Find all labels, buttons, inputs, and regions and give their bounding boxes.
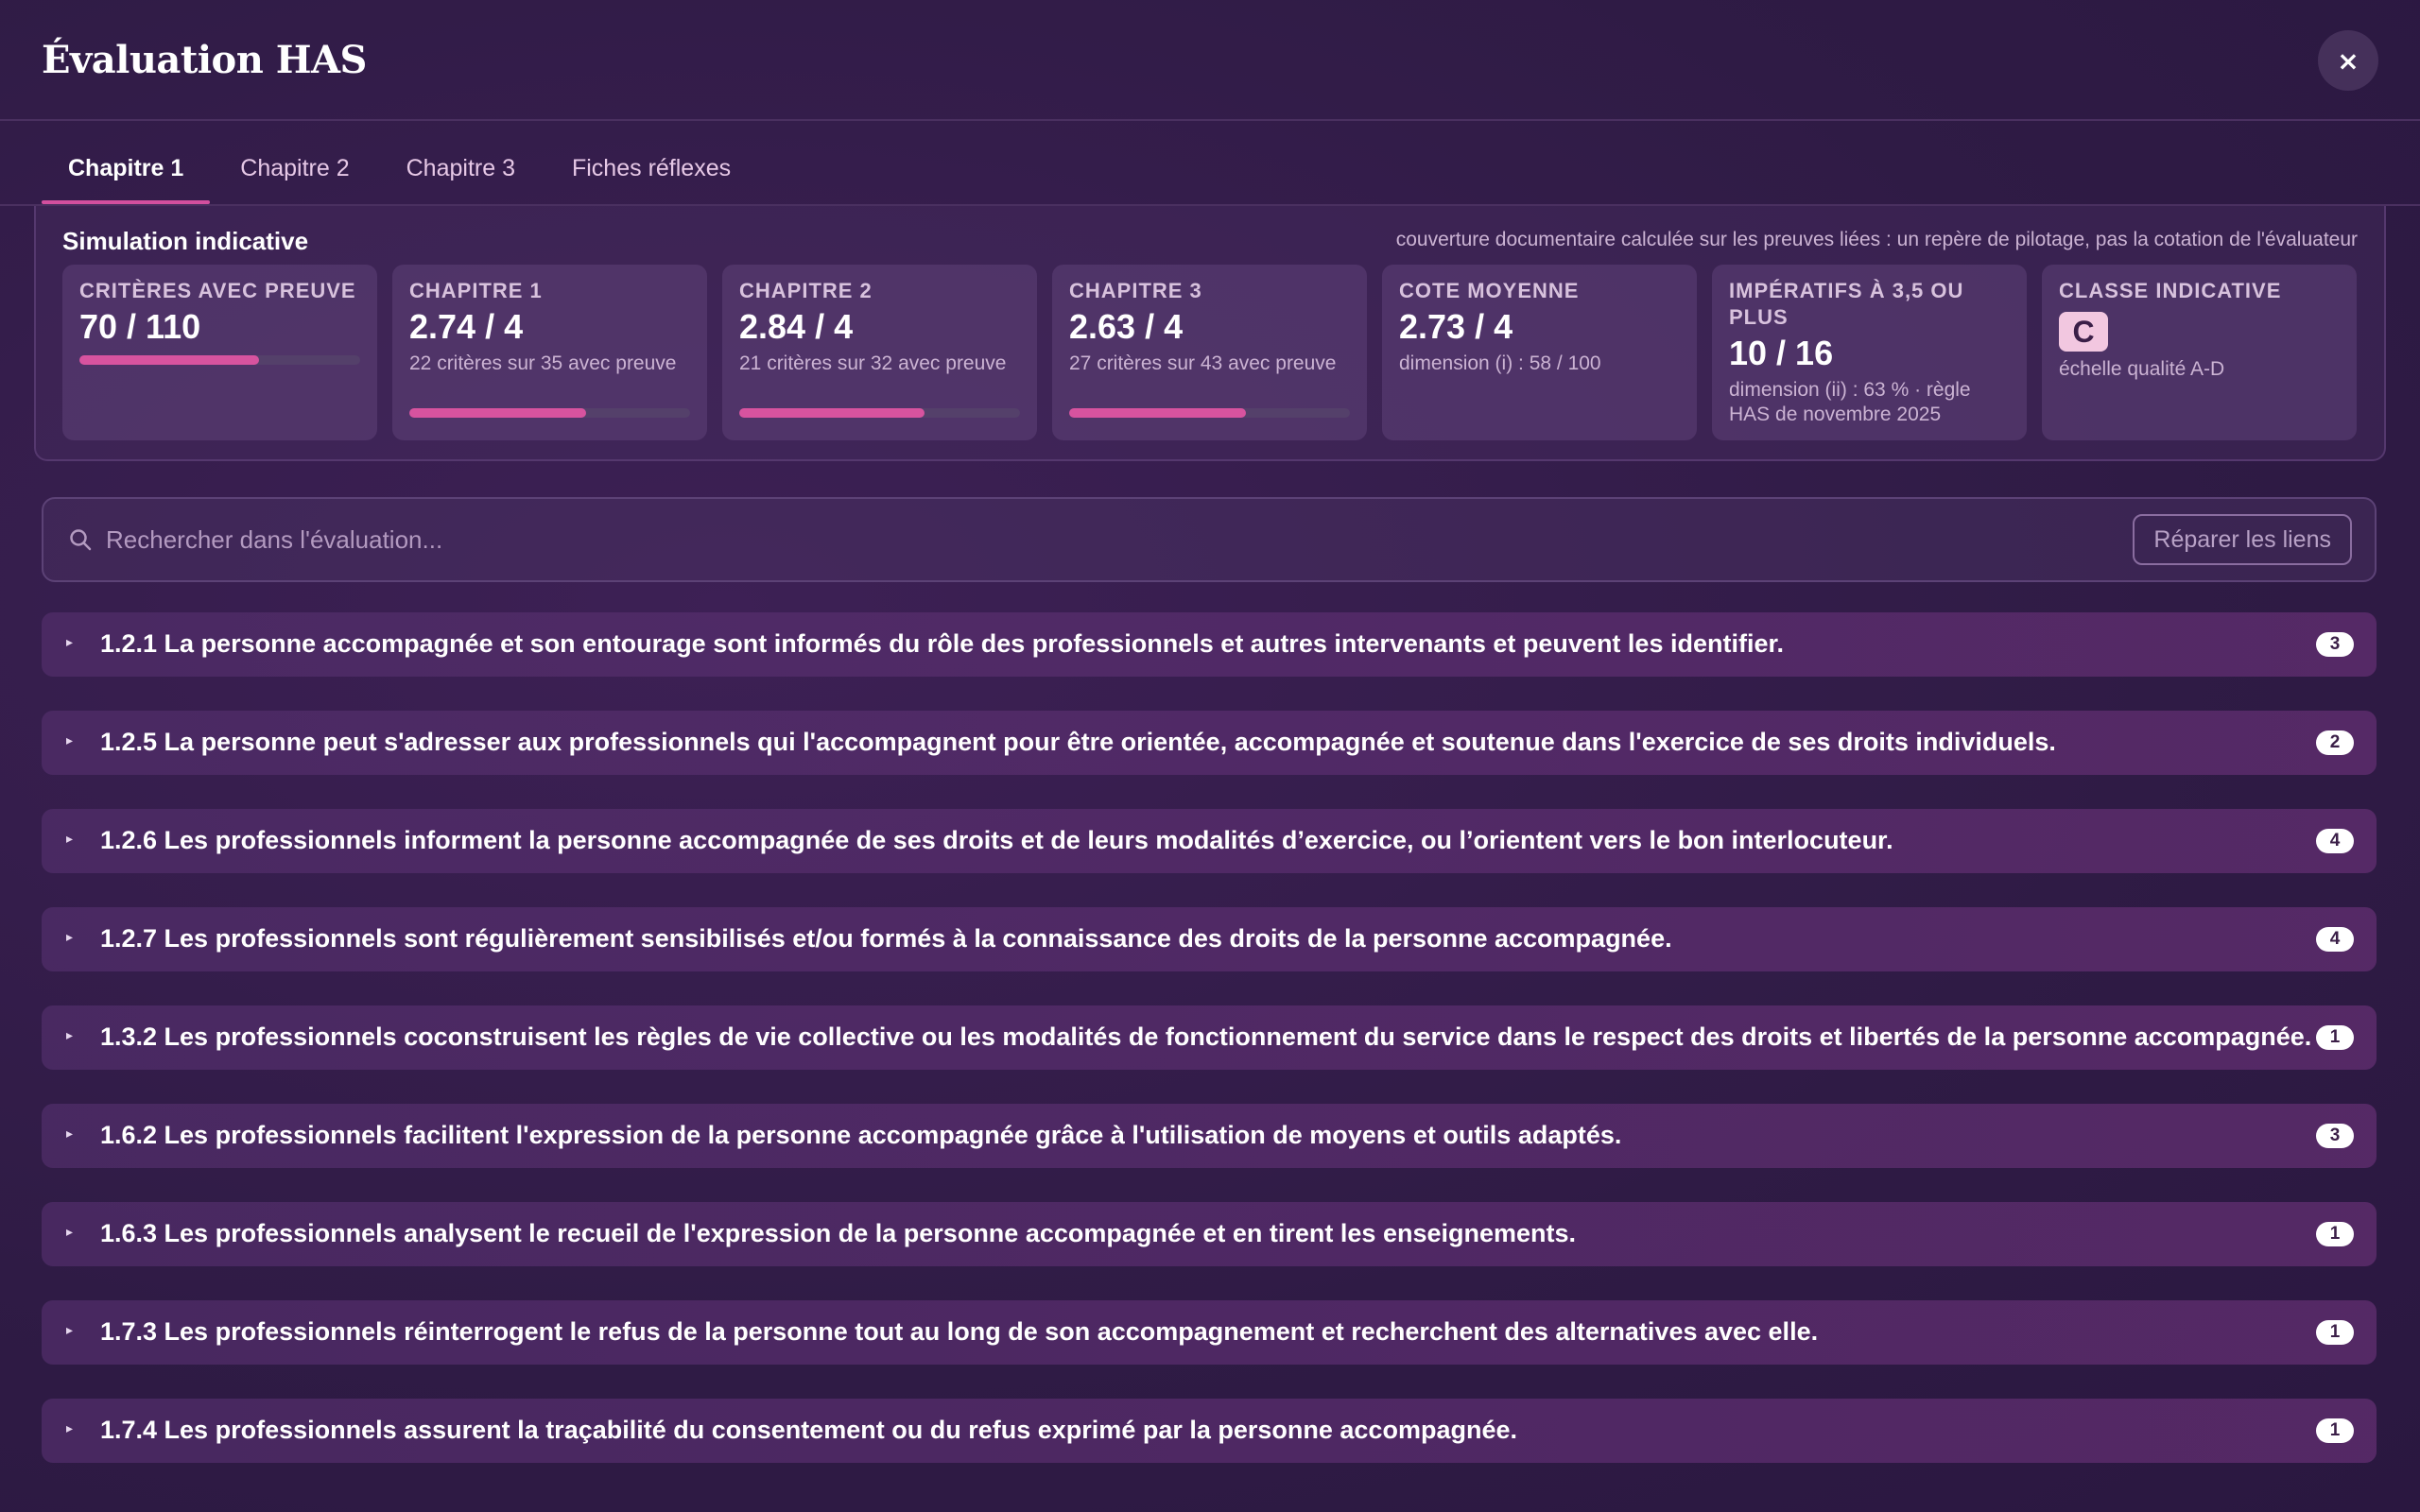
card-value: 10 / 16	[1729, 334, 1834, 372]
evidence-count-badge: 4	[2316, 829, 2354, 853]
evidence-count-badge: 4	[2316, 927, 2354, 952]
criterion-title: 1.2.6 Les professionnels informent la pe…	[100, 826, 1893, 854]
card-cote-moyenne: Cote moyenne 2.73 / 4 dimension (i) : 58…	[1382, 265, 1697, 440]
criterion-row[interactable]: ▸ 1.2.5 La personne peut s'adresser aux …	[42, 711, 2377, 775]
card-label: Chapitre 1	[409, 279, 543, 302]
page-title: Évaluation HAS	[42, 38, 367, 82]
tab-chapitre-1[interactable]: Chapitre 1	[42, 142, 211, 204]
card-label: Critères avec preuve	[79, 279, 356, 302]
card-sub: 22 critères sur 35 avec preuve	[409, 352, 677, 374]
card-label: Chapitre 3	[1069, 279, 1202, 302]
search-bar: Réparer les liens	[42, 497, 2377, 582]
progress-fill	[409, 408, 587, 418]
search-icon	[70, 529, 92, 551]
criterion-row[interactable]: ▸ 1.2.1 La personne accompagnée et son e…	[42, 612, 2377, 677]
progress-fill	[79, 355, 260, 365]
criterion-title: 1.2.7 Les professionnels sont régulièrem…	[100, 924, 1672, 953]
caret-right-icon: ▸	[66, 733, 74, 748]
card-imperatifs: Impératifs à 3,5 ou plus 10 / 16 dimensi…	[1712, 265, 2027, 440]
tab-fiches-reflexes[interactable]: Fiches réflexes	[545, 142, 757, 204]
criterion-title: 1.2.5 La personne peut s'adresser aux pr…	[100, 728, 2056, 756]
progress-fill	[1069, 408, 1247, 418]
evidence-count-badge: 1	[2316, 1320, 2354, 1345]
card-sub: dimension (ii) : 63 % · règle HAS de nov…	[1729, 379, 1971, 425]
simulation-title: Simulation indicative	[62, 227, 309, 255]
criterion-row[interactable]: ▸ 1.2.7 Les professionnels sont régulièr…	[42, 907, 2377, 971]
tab-chapitre-3[interactable]: Chapitre 3	[380, 142, 542, 204]
progress-bar	[409, 408, 690, 418]
search-input[interactable]	[106, 516, 2091, 563]
criterion-title: 1.2.1 La personne accompagnée et son ent…	[100, 629, 1784, 658]
card-chapitre-1: Chapitre 1 2.74 / 4 22 critères sur 35 a…	[392, 265, 707, 440]
summary-cards: Critères avec preuve 70 / 110 Chapitre 1…	[62, 265, 2357, 440]
chapter-tabs: Chapitre 1 Chapitre 2 Chapitre 3 Fiches …	[42, 142, 761, 204]
criterion-row[interactable]: ▸ 1.6.2 Les professionnels facilitent l'…	[42, 1104, 2377, 1168]
caret-right-icon: ▸	[66, 1421, 74, 1436]
card-value: 2.84 / 4	[739, 307, 854, 346]
caret-right-icon: ▸	[66, 1126, 74, 1142]
caret-right-icon: ▸	[66, 832, 74, 847]
card-value: 2.74 / 4	[409, 307, 524, 346]
criterion-row[interactable]: ▸ 1.7.3 Les professionnels réinterrogent…	[42, 1300, 2377, 1365]
criterion-title: 1.7.3 Les professionnels réinterrogent l…	[100, 1317, 1819, 1346]
progress-bar	[739, 408, 1020, 418]
progress-bar	[79, 355, 360, 365]
criterion-title: 1.6.3 Les professionnels analysent le re…	[100, 1219, 1577, 1247]
criteria-list: ▸ 1.2.1 La personne accompagnée et son e…	[42, 612, 2377, 1497]
card-sub: échelle qualité A-D	[2059, 358, 2225, 380]
grade-badge: C	[2059, 312, 2108, 352]
card-label: Impératifs à 3,5 ou plus	[1729, 279, 1964, 329]
card-label: Classe indicative	[2059, 279, 2282, 302]
evidence-count-badge: 1	[2316, 1025, 2354, 1050]
close-icon: ×	[2337, 44, 2360, 77]
criterion-title: 1.6.2 Les professionnels facilitent l'ex…	[100, 1121, 1622, 1149]
evidence-count-badge: 1	[2316, 1222, 2354, 1246]
progress-fill	[739, 408, 925, 418]
card-chapitre-2: Chapitre 2 2.84 / 4 21 critères sur 32 a…	[722, 265, 1037, 440]
caret-right-icon: ▸	[66, 1225, 74, 1240]
close-button[interactable]: ×	[2318, 30, 2378, 91]
card-label: Cote moyenne	[1399, 279, 1580, 302]
card-value: 2.63 / 4	[1069, 307, 1184, 346]
repair-links-button[interactable]: Réparer les liens	[2133, 514, 2352, 565]
caret-right-icon: ▸	[66, 1323, 74, 1338]
card-criteres-avec-preuve: Critères avec preuve 70 / 110	[62, 265, 377, 440]
evidence-count-badge: 3	[2316, 632, 2354, 657]
card-value: 70 / 110	[79, 307, 201, 346]
simulation-note: couverture documentaire calculée sur les…	[1395, 229, 2358, 250]
card-value: 2.73 / 4	[1399, 307, 1513, 346]
evidence-count-badge: 2	[2316, 730, 2354, 755]
tab-chapitre-2[interactable]: Chapitre 2	[214, 142, 375, 204]
card-sub: 27 critères sur 43 avec preuve	[1069, 352, 1337, 374]
criterion-title: 1.7.4 Les professionnels assurent la tra…	[100, 1416, 1517, 1444]
criterion-title: 1.3.2 Les professionnels coconstruisent …	[100, 1022, 2312, 1051]
modal-header: Évaluation HAS ×	[0, 0, 2420, 121]
evidence-count-badge: 1	[2316, 1418, 2354, 1443]
simulation-panel: Simulation indicative couverture documen…	[34, 206, 2386, 461]
evidence-count-badge: 3	[2316, 1124, 2354, 1148]
card-label: Chapitre 2	[739, 279, 873, 302]
caret-right-icon: ▸	[66, 930, 74, 945]
card-sub: 21 critères sur 32 avec preuve	[739, 352, 1007, 374]
caret-right-icon: ▸	[66, 1028, 74, 1043]
caret-right-icon: ▸	[66, 635, 74, 650]
card-sub: dimension (i) : 58 / 100	[1399, 352, 1601, 374]
card-chapitre-3: Chapitre 3 2.63 / 4 27 critères sur 43 a…	[1052, 265, 1367, 440]
card-classe-indicative: Classe indicative C échelle qualité A-D	[2042, 265, 2357, 440]
progress-bar	[1069, 408, 1350, 418]
criterion-row[interactable]: ▸ 1.2.6 Les professionnels informent la …	[42, 809, 2377, 873]
criterion-row[interactable]: ▸ 1.6.3 Les professionnels analysent le …	[42, 1202, 2377, 1266]
criterion-row[interactable]: ▸ 1.7.4 Les professionnels assurent la t…	[42, 1399, 2377, 1463]
criterion-row[interactable]: ▸ 1.3.2 Les professionnels coconstruisen…	[42, 1005, 2377, 1070]
